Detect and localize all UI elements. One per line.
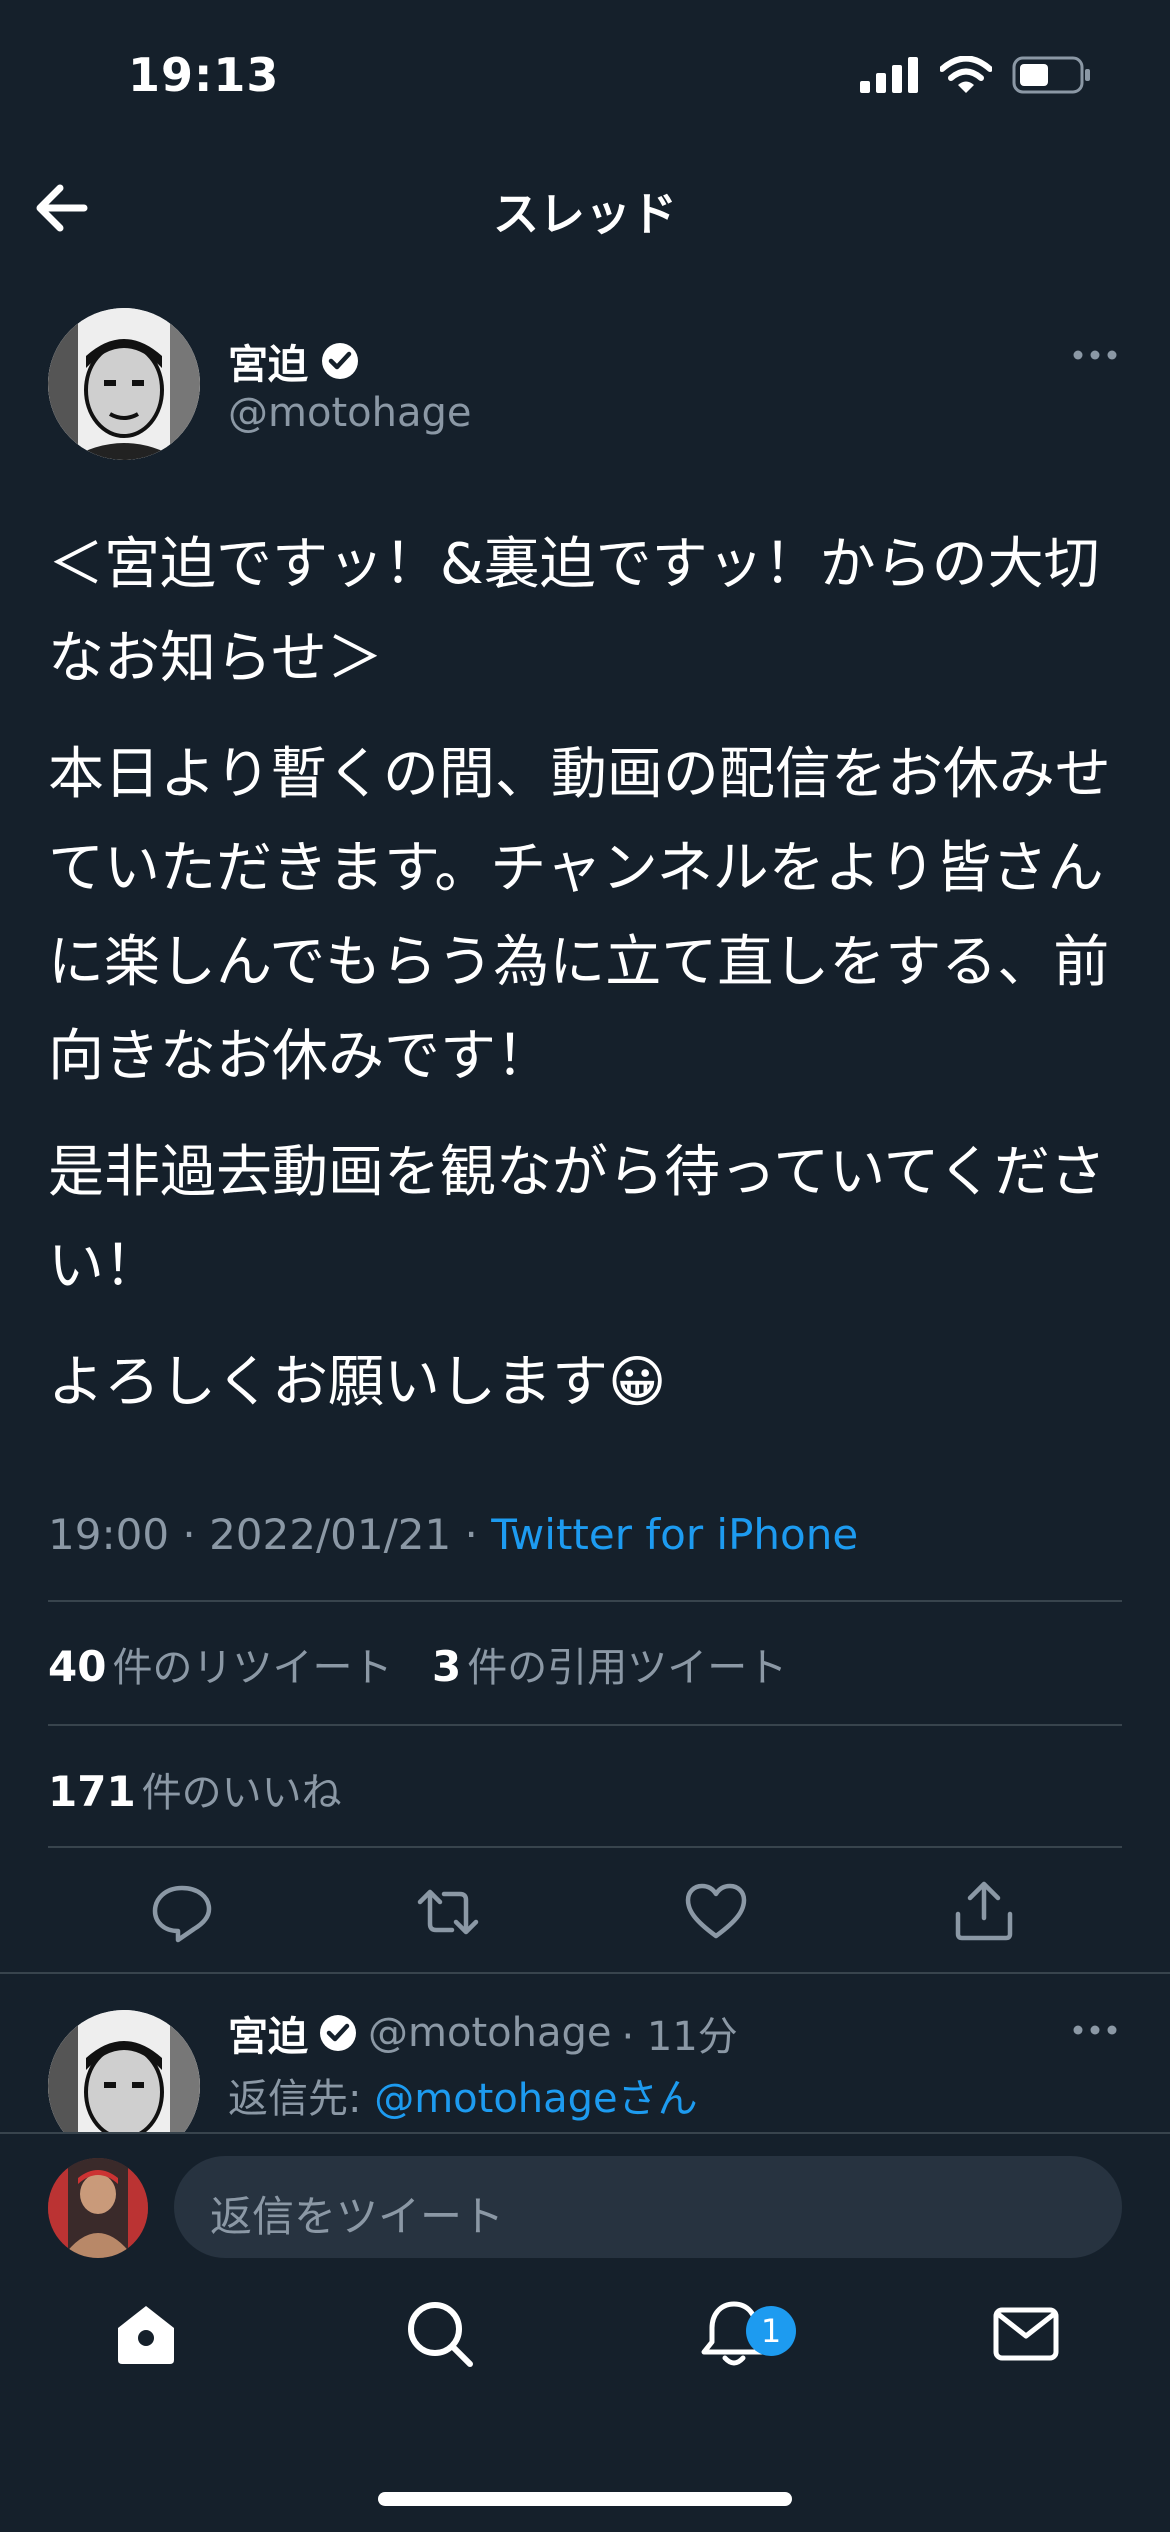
reply-author-handle[interactable]: @motohage [368, 2010, 611, 2056]
tweet-timestamp: 19:00 · 2022/01/21 · [48, 1510, 492, 1559]
messages-icon [993, 2307, 1059, 2361]
more-options-button[interactable] [1072, 345, 1118, 365]
tab-home[interactable] [110, 2298, 182, 2370]
battery-icon [1012, 56, 1090, 94]
divider [0, 2132, 1170, 2134]
search-icon [408, 2302, 473, 2367]
retweets-count: 40 [48, 1642, 107, 1691]
back-button[interactable] [32, 180, 96, 236]
divider [0, 1972, 1170, 1974]
reply-icon [152, 1885, 212, 1943]
divider [48, 1846, 1122, 1848]
reply-more-options-button[interactable] [1072, 2020, 1118, 2040]
author-avatar[interactable] [48, 308, 200, 460]
retweet-button[interactable] [416, 1880, 480, 1944]
author-name-text: 宮迫 [228, 342, 308, 388]
signal-icon [860, 57, 918, 93]
tweet-paragraph: ＜宮迫ですッ！&裏迫ですッ！からの大切なお知らせ＞ [48, 532, 1100, 691]
wifi-icon [940, 56, 992, 93]
tab-messages[interactable] [990, 2298, 1062, 2370]
tweet-source-link[interactable]: Twitter for iPhone [491, 1510, 858, 1559]
reply-to-line: 返信先: @motohageさん [228, 2066, 698, 2124]
author-name[interactable]: 宮迫 [228, 332, 360, 390]
compose-placeholder: 返信をツイート [210, 2192, 505, 2241]
reply-time: · 11分 [621, 2014, 738, 2060]
my-avatar[interactable] [48, 2158, 148, 2258]
likes-stat[interactable]: 171 件のいいね [48, 1760, 342, 1818]
more-horizontal-icon [1073, 350, 1117, 360]
reply-compose-input[interactable]: 返信をツイート [174, 2156, 1122, 2258]
like-button[interactable] [684, 1880, 748, 1944]
verified-badge-icon [322, 343, 358, 379]
share-icon [955, 1881, 1013, 1941]
retweet-icon [417, 1889, 479, 1935]
reply-button[interactable] [150, 1880, 214, 1944]
home-indicator [378, 2492, 792, 2506]
quotes-label: 件の引用ツイート [467, 1645, 788, 1691]
more-horizontal-icon [1073, 2025, 1117, 2035]
tweet-paragraph: 是非過去動画を観ながら待っていてください！ [48, 1140, 1106, 1299]
retweets-label: 件のリツイート [112, 1645, 393, 1691]
like-icon [685, 1883, 747, 1939]
reply-header: 宮迫 @motohage · 11分 [228, 2004, 738, 2062]
status-icons [860, 56, 1092, 94]
tweet-paragraph: よろしくお願いします😀 [48, 1350, 667, 1415]
home-icon [118, 2306, 174, 2364]
tweet-meta: 19:00 · 2022/01/21 · Twitter for iPhone [48, 1510, 858, 1559]
arrow-left-icon [36, 184, 88, 232]
page-title: スレッド [493, 187, 677, 241]
likes-label: 件のいいね [141, 1770, 342, 1816]
divider [48, 1600, 1122, 1602]
likes-count: 171 [48, 1767, 136, 1816]
divider [48, 1724, 1122, 1726]
tweet-paragraph: 本日より暫くの間、動画の配信をお休みせていただきます。チャンネルをより皆さんに楽… [48, 742, 1111, 1089]
share-button[interactable] [952, 1878, 1016, 1942]
reply-to-handle[interactable]: @motohageさん [374, 2076, 697, 2122]
quotes-count: 3 [432, 1642, 462, 1691]
reply-author-name[interactable]: 宮迫 [228, 2004, 308, 2062]
verified-badge-icon [320, 2015, 356, 2051]
quotes-stat[interactable]: 3 件の引用ツイート [432, 1635, 787, 1693]
tweet-body: ＜宮迫ですッ！&裏迫ですッ！からの大切なお知らせ＞ 本日より暫くの間、動画の配信… [48, 518, 1128, 1452]
notification-badge: 1 [746, 2306, 796, 2356]
author-handle[interactable]: @motohage [228, 390, 471, 436]
tab-search[interactable] [404, 2298, 476, 2370]
reply-to-label: 返信先: [228, 2076, 375, 2122]
retweets-stat[interactable]: 40 件のリツイート [48, 1635, 392, 1693]
status-time: 19:13 [128, 48, 280, 102]
